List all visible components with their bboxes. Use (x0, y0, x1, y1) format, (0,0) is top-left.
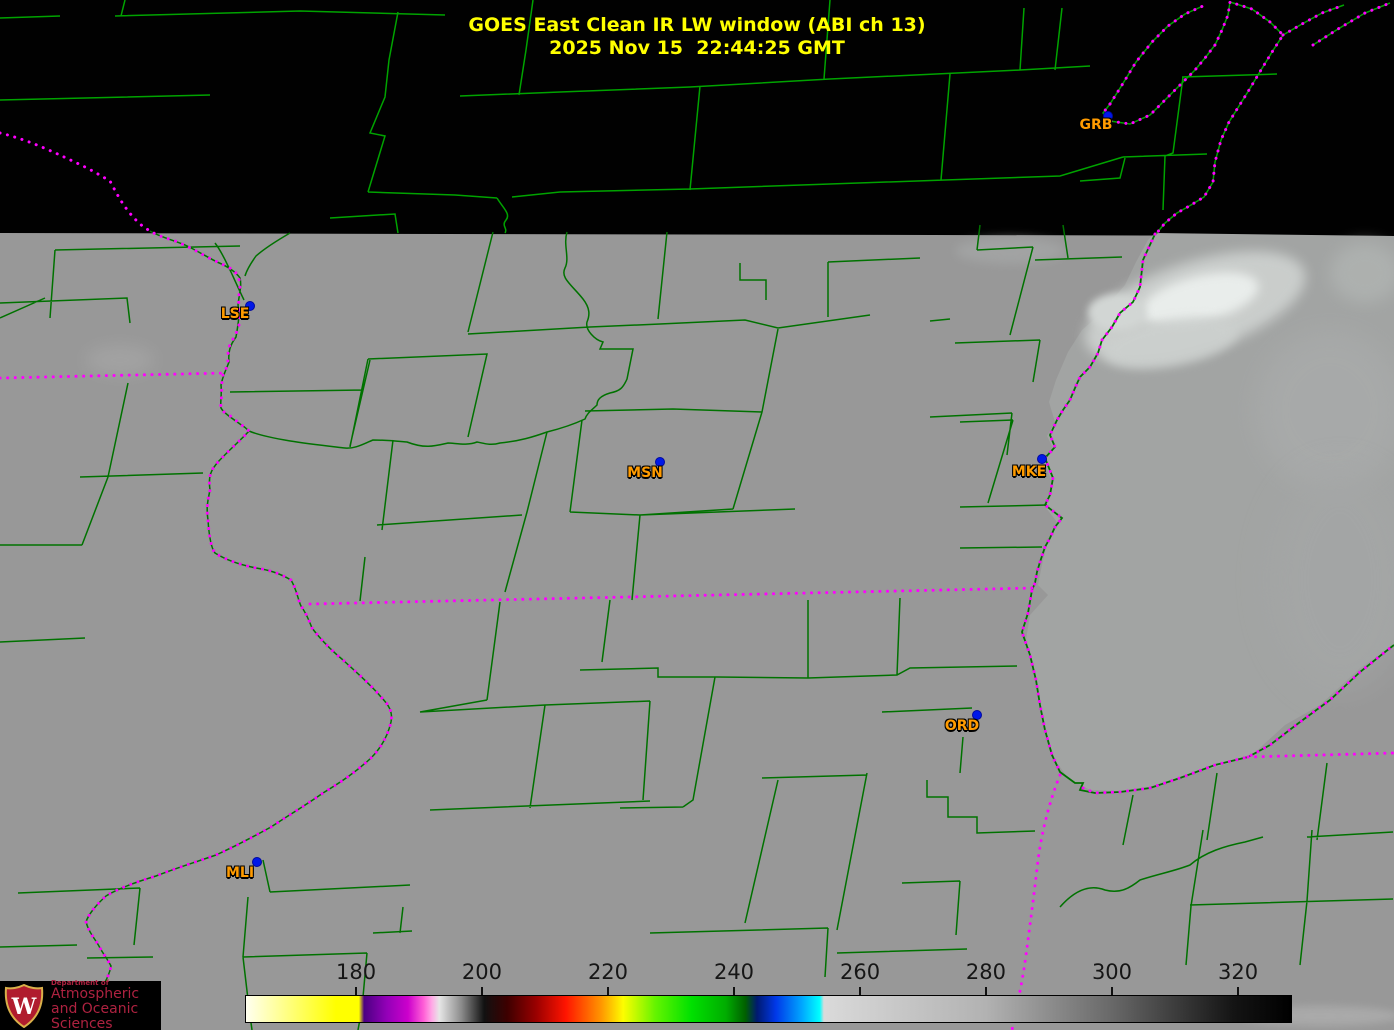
colorbar-label-240: 240 (714, 960, 754, 984)
station-label-MLI: MLI (226, 865, 254, 881)
uw-crest-icon: W (4, 984, 44, 1028)
station-label-MSN: MSN (627, 465, 663, 481)
station-label-ORD: ORD (945, 718, 979, 734)
colorbar-tick-300 (1111, 987, 1113, 995)
county-lines-gray-region (0, 225, 1393, 1030)
map-overlay (0, 0, 1394, 1030)
river-lines (86, 231, 1263, 990)
lake-michigan-shoreline (1022, 234, 1394, 793)
state-borders-dotted (0, 2, 1394, 1030)
colorbar-label-300: 300 (1092, 960, 1132, 984)
colorbar-label-220: 220 (588, 960, 628, 984)
image-title-line2: 2025 Nov 15 22:44:25 GMT (549, 37, 845, 59)
colorbar-label-180: 180 (336, 960, 376, 984)
station-dot-MKE (1037, 454, 1047, 464)
colorbar-label-320: 320 (1218, 960, 1258, 984)
colorbar-label-260: 260 (840, 960, 880, 984)
colorbar-label-280: 280 (966, 960, 1006, 984)
station-label-MKE: MKE (1012, 464, 1046, 480)
uw-aos-logo: W Department of Atmospheric and Oceanic … (0, 981, 161, 1030)
colorbar-label-200: 200 (462, 960, 502, 984)
temperature-colorbar: 180200220240260280300320 (245, 995, 1292, 1023)
colorbar-tick-220 (607, 987, 609, 995)
colorbar-tick-200 (481, 987, 483, 995)
station-label-GRB: GRB (1080, 117, 1113, 133)
image-title: GOES East Clean IR LW window (ABI ch 13)… (0, 14, 1394, 60)
logo-name-line1: Atmospheric (51, 987, 161, 1002)
colorbar-tick-180 (355, 987, 357, 995)
logo-name-line2: and Oceanic Sciences (51, 1002, 161, 1030)
colorbar-tick-240 (733, 987, 735, 995)
colorbar-tick-260 (859, 987, 861, 995)
image-title-line1: GOES East Clean IR LW window (ABI ch 13) (468, 14, 925, 36)
colorbar-tick-280 (985, 987, 987, 995)
station-label-LSE: LSE (221, 306, 250, 322)
colorbar-tick-320 (1237, 987, 1239, 995)
satellite-image-viewport: GOES East Clean IR LW window (ABI ch 13)… (0, 0, 1394, 1030)
crest-letter: W (11, 994, 37, 1020)
